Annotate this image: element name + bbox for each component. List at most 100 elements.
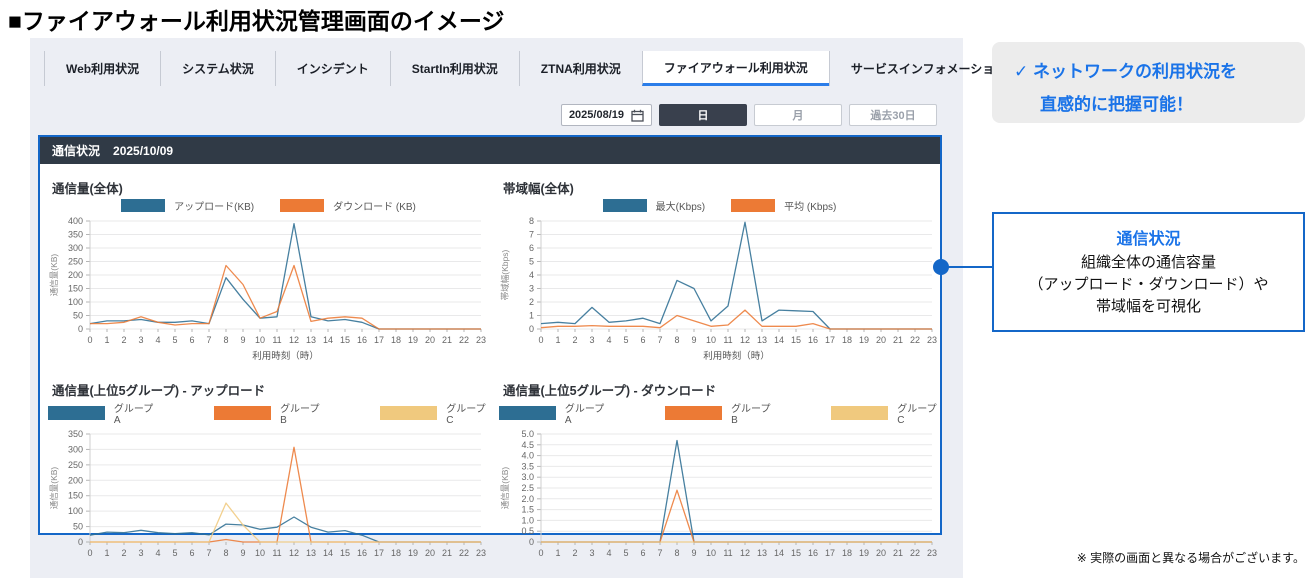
legend-item: グループC [831,400,940,426]
panel-header-title: 通信状況 [52,142,100,159]
svg-text:19: 19 [859,548,869,558]
svg-text:200: 200 [68,270,83,280]
svg-text:4.0: 4.0 [521,451,534,461]
chart-total-traffic: 通信量(全体) アップロード(KB)ダウンロード (KB) 0501001502… [48,170,489,370]
svg-text:1.5: 1.5 [521,505,534,515]
svg-text:10: 10 [255,548,265,558]
svg-text:7: 7 [206,335,211,345]
legend-swatch [214,406,271,420]
svg-text:10: 10 [706,335,716,345]
svg-text:14: 14 [774,335,784,345]
svg-text:23: 23 [927,335,937,345]
check-icon: ✓ [1014,62,1028,81]
legend-label: グループB [731,400,773,426]
tab-0[interactable]: Web利用状況 [44,51,160,86]
charts-grid: 通信量(全体) アップロード(KB)ダウンロード (KB) 0501001502… [40,164,940,567]
svg-text:11: 11 [723,335,732,345]
svg-text:7: 7 [657,548,662,558]
legend-label: アップロード(KB) [174,198,254,213]
svg-text:7: 7 [529,230,534,240]
svg-text:6: 6 [189,548,194,558]
svg-text:3: 3 [589,548,594,558]
chart-title: 通信量(上位5グループ) - ダウンロード [503,380,940,399]
svg-text:18: 18 [391,548,401,558]
svg-text:1.0: 1.0 [521,515,534,525]
legend-label: 最大(Kbps) [656,198,705,213]
svg-text:8: 8 [674,548,679,558]
chart-title: 通信量(全体) [52,178,489,197]
svg-text:3: 3 [529,284,534,294]
chart-legend: 最大(Kbps)平均 (Kbps) [499,198,940,213]
svg-text:14: 14 [774,548,784,558]
svg-text:9: 9 [240,548,245,558]
svg-text:7: 7 [657,335,662,345]
svg-text:8: 8 [223,335,228,345]
svg-text:300: 300 [68,243,83,253]
svg-text:1: 1 [104,548,109,558]
svg-text:9: 9 [691,548,696,558]
svg-text:21: 21 [893,335,903,345]
svg-text:14: 14 [323,548,333,558]
chart-legend: アップロード(KB)ダウンロード (KB) [48,198,489,213]
line-chart-svg: 00.51.01.52.02.53.03.54.04.55.0012345678… [499,426,940,562]
svg-text:16: 16 [808,548,818,558]
traffic-status-panel: 通信状況 2025/10/09 通信量(全体) アップロード(KB)ダウンロード… [38,135,942,535]
legend-label: グループB [280,400,322,426]
svg-text:6: 6 [640,548,645,558]
date-toolbar: 2025/08/19 日月過去30日 [561,104,937,126]
svg-text:5: 5 [172,548,177,558]
svg-text:5: 5 [172,335,177,345]
chart-title: 帯域幅(全体) [503,178,940,197]
svg-text:10: 10 [706,548,716,558]
svg-text:16: 16 [357,548,367,558]
date-input[interactable]: 2025/08/19 [561,104,652,126]
svg-text:17: 17 [825,548,835,558]
svg-text:通信量(KB): 通信量(KB) [500,467,510,510]
svg-text:400: 400 [68,216,83,226]
svg-text:3.5: 3.5 [521,461,534,471]
svg-text:0: 0 [78,537,83,547]
svg-text:0: 0 [87,548,92,558]
chart-title: 通信量(上位5グループ) - アップロード [52,380,489,399]
svg-text:15: 15 [340,335,350,345]
calendar-icon[interactable] [631,109,644,122]
legend-item: グループA [499,400,607,426]
tab-1[interactable]: システム状況 [160,51,275,86]
svg-text:100: 100 [68,297,83,307]
tab-5[interactable]: ファイアウォール利用状況 [642,51,829,86]
svg-text:3: 3 [138,335,143,345]
range-button-0[interactable]: 日 [659,104,747,126]
line-chart-svg: 0123456780123456789101112131415161718192… [499,213,940,365]
tab-4[interactable]: ZTNA利用状況 [519,51,642,86]
range-button-2[interactable]: 過去30日 [849,104,937,126]
legend-item: アップロード(KB) [121,198,254,213]
tab-2[interactable]: インシデント [275,51,390,86]
legend-item: グループA [48,400,156,426]
legend-swatch [831,406,888,420]
svg-text:6: 6 [189,335,194,345]
benefit-callout: ✓ ネットワークの利用状況を 直感的に把握可能！ [992,42,1305,123]
svg-text:2: 2 [572,548,577,558]
annotation-line: （アップロード・ダウンロード）や [998,274,1299,296]
legend-label: グループA [565,400,607,426]
svg-text:21: 21 [442,335,452,345]
svg-text:11: 11 [272,548,281,558]
annotation-line: 帯域幅を可視化 [998,296,1299,318]
callout-line2: 直感的に把握可能！ [1014,88,1305,121]
range-button-1[interactable]: 月 [754,104,842,126]
tab-3[interactable]: StartIn利用状況 [390,51,519,86]
legend-label: グループA [114,400,156,426]
svg-text:3.0: 3.0 [521,472,534,482]
legend-swatch [603,199,647,212]
svg-text:通信量(KB): 通信量(KB) [49,467,59,510]
svg-text:17: 17 [825,335,835,345]
svg-text:0: 0 [529,537,534,547]
dashboard-screenshot: Web利用状況システム状況インシデントStartIn利用状況ZTNA利用状況ファ… [30,38,963,578]
svg-text:3: 3 [589,335,594,345]
svg-text:100: 100 [68,506,83,516]
svg-text:150: 150 [68,491,83,501]
chart-total-bandwidth: 帯域幅(全体) 最大(Kbps)平均 (Kbps) 01234567801234… [499,170,940,370]
svg-text:23: 23 [476,335,486,345]
svg-text:15: 15 [791,548,801,558]
svg-text:350: 350 [68,230,83,240]
